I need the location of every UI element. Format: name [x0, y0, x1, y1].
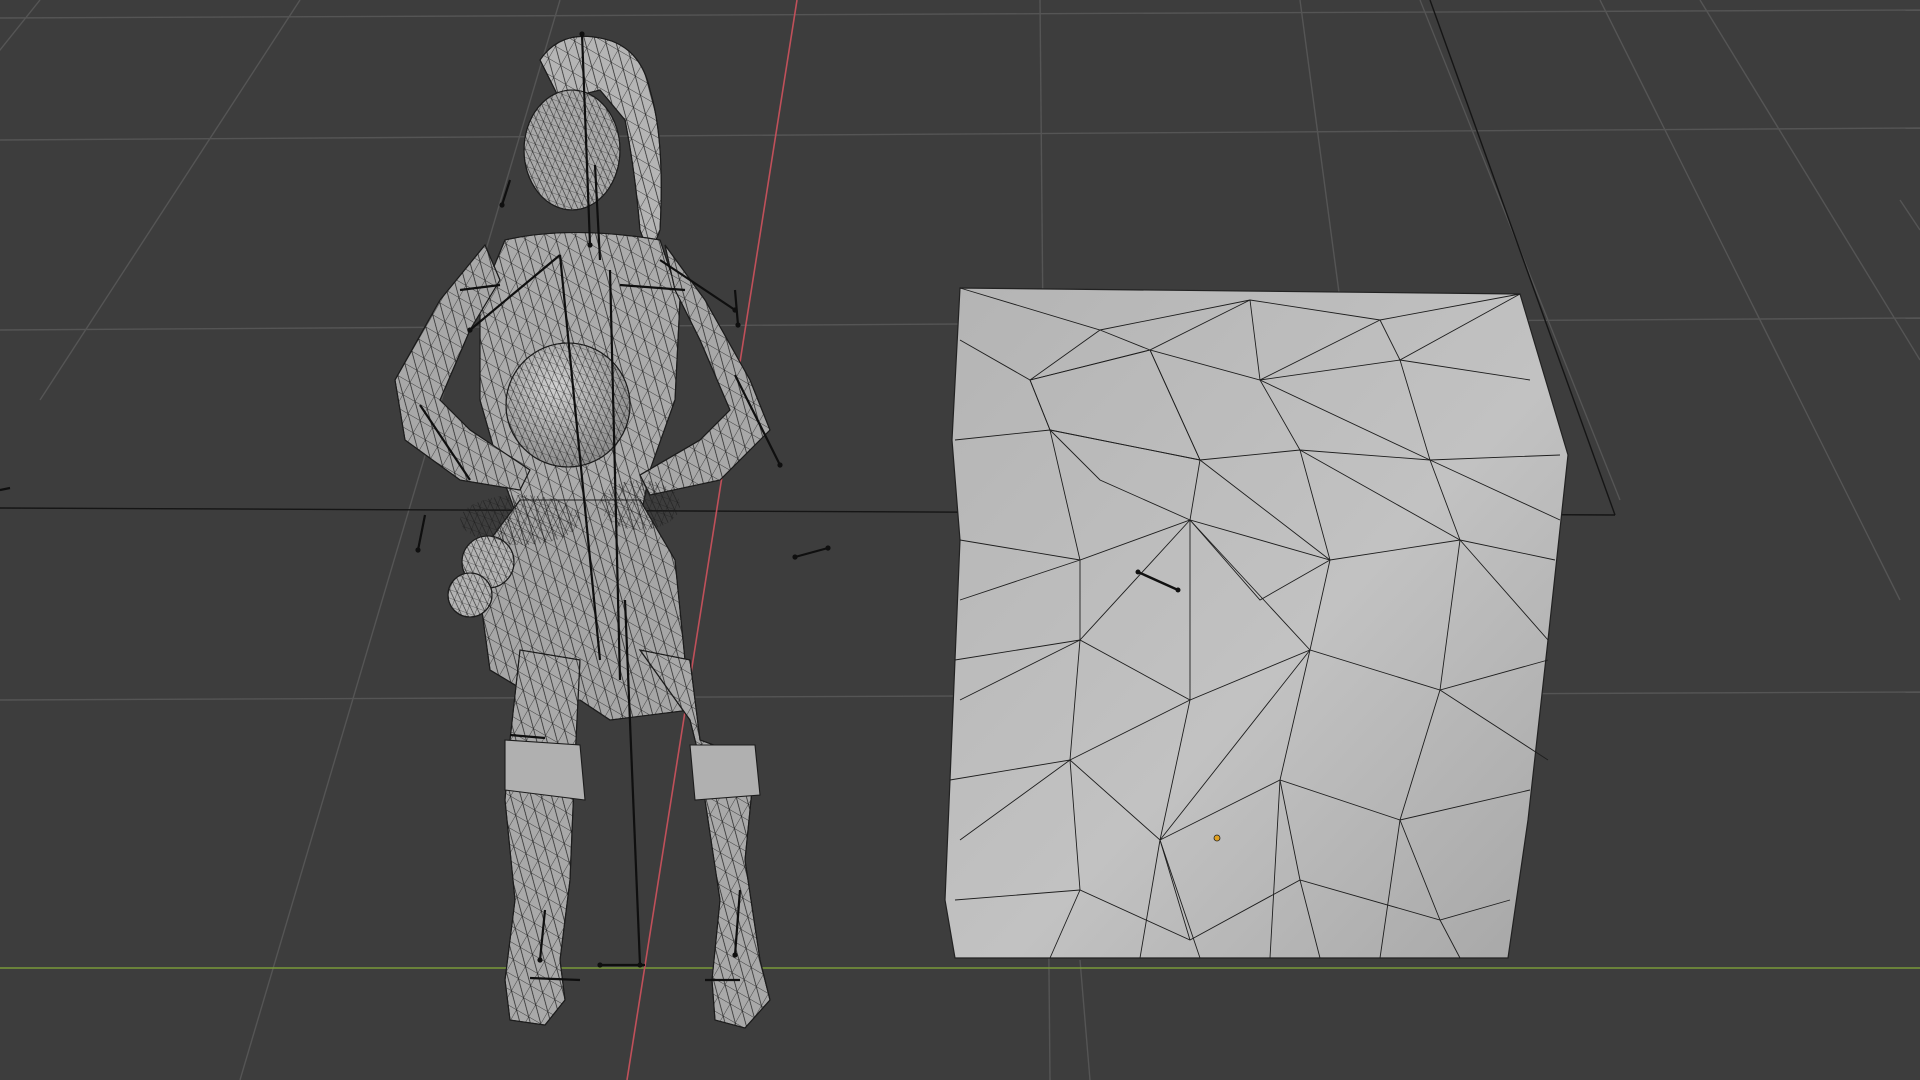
- cube-mesh[interactable]: [944, 287, 1569, 959]
- armature-bones[interactable]: [0, 33, 829, 982]
- 3d-viewport[interactable]: [0, 0, 1920, 1080]
- cube-origin-point[interactable]: [1213, 834, 1221, 842]
